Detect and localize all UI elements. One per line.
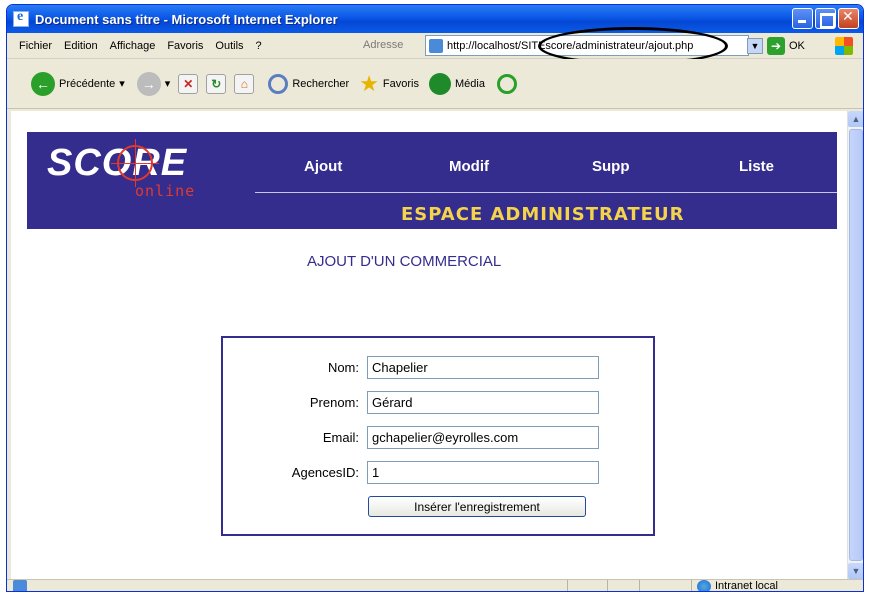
page-icon [429, 38, 443, 53]
site-header: SCORE online Ajout Modif Supp Liste ESPA… [27, 132, 837, 229]
back-label[interactable]: Précédente [59, 78, 115, 90]
window-title: Document sans titre - Microsoft Internet… [35, 11, 338, 27]
star-icon[interactable]: ★ [359, 71, 379, 97]
status-divider [639, 580, 640, 591]
ie-page-icon [13, 9, 29, 27]
agencesid-label: AgencesID: [291, 465, 359, 480]
zone-label: Intranet local [715, 580, 778, 592]
forward-arrow-icon[interactable]: → [136, 71, 161, 96]
crosshair-icon [111, 139, 159, 187]
chevron-down-icon[interactable]: ▼ [747, 38, 763, 54]
add-commercial-form: Nom: Prenom: Email: AgencesID: Insérer l… [221, 336, 655, 536]
forward-dropdown-icon[interactable]: ▾ [165, 77, 171, 90]
form-row-email: Email: [223, 426, 653, 450]
favorites-label[interactable]: Favoris [383, 78, 419, 90]
minimize-icon[interactable] [792, 8, 813, 29]
intranet-zone-icon [697, 580, 711, 591]
menu-affichage[interactable]: Affichage [110, 40, 156, 52]
menu-bar: Fichier Edition Affichage Favoris Outils… [7, 27, 863, 65]
address-bar[interactable]: http://localhost/SITEscore/administrateu… [425, 27, 749, 65]
back-dropdown-icon[interactable]: ▾ [119, 77, 125, 90]
nav-ajout[interactable]: Ajout [304, 158, 342, 175]
nav-divider [255, 192, 837, 193]
scroll-down-icon[interactable]: ▼ [848, 563, 863, 579]
form-heading: AJOUT D'UN COMMERCIAL [307, 253, 502, 270]
address-label: Adresse [363, 39, 404, 51]
email-input[interactable] [367, 426, 599, 449]
nav-liste[interactable]: Liste [739, 158, 774, 175]
agencesid-input[interactable] [367, 461, 599, 484]
ie-status-icon [13, 580, 27, 591]
status-divider [691, 580, 692, 591]
browser-window: Document sans titre - Microsoft Internet… [6, 4, 864, 592]
back-arrow-icon[interactable]: ← [31, 71, 55, 96]
close-icon[interactable] [838, 8, 859, 29]
status-divider [607, 580, 608, 591]
nom-input[interactable] [367, 356, 599, 379]
maximize-icon[interactable] [815, 8, 836, 29]
go-button[interactable]: ➔ OK [767, 37, 805, 55]
form-row-agencesid: AgencesID: [223, 461, 653, 485]
menu-help[interactable]: ? [256, 40, 262, 52]
section-title: ESPACE ADMINISTRATEUR [401, 204, 685, 225]
status-bar: Intranet local [7, 579, 863, 592]
page-viewport: SCORE online Ajout Modif Supp Liste ESPA… [11, 111, 847, 579]
score-logo[interactable]: SCORE online [47, 139, 194, 200]
windows-logo-icon [835, 37, 853, 55]
window-controls [792, 8, 859, 29]
stop-icon[interactable]: ✕ [178, 73, 199, 94]
menu-fichier[interactable]: Fichier [19, 40, 52, 52]
nav-supp[interactable]: Supp [592, 158, 630, 175]
menu-outils[interactable]: Outils [215, 40, 243, 52]
status-divider [567, 580, 568, 591]
vertical-scrollbar[interactable]: ▲ ▼ [847, 111, 863, 579]
logo-subtext: online [135, 182, 196, 200]
menu-edition[interactable]: Edition [64, 40, 98, 52]
home-icon[interactable]: ⌂ [234, 73, 255, 94]
scroll-thumb[interactable] [849, 129, 863, 561]
form-row-nom: Nom: [223, 356, 653, 380]
search-icon[interactable] [268, 73, 289, 94]
toolbar: ← Précédente ▾ → ▾ ✕ ↻ ⌂ Rechercher ★ Fa… [7, 59, 863, 109]
prenom-label: Prenom: [309, 395, 359, 410]
media-label[interactable]: Média [455, 78, 485, 90]
scroll-up-icon[interactable]: ▲ [848, 111, 863, 127]
go-arrow-icon: ➔ [767, 37, 785, 55]
nav-modif[interactable]: Modif [449, 158, 489, 175]
menu-favoris[interactable]: Favoris [167, 40, 203, 52]
media-icon[interactable] [428, 72, 451, 95]
title-bar[interactable]: Document sans titre - Microsoft Internet… [7, 5, 863, 33]
nom-label: Nom: [327, 360, 359, 375]
email-label: Email: [322, 430, 359, 445]
search-label[interactable]: Rechercher [292, 78, 349, 90]
history-icon[interactable] [496, 73, 517, 94]
refresh-icon[interactable]: ↻ [206, 73, 227, 94]
form-row-prenom: Prenom: [223, 391, 653, 415]
go-label: OK [789, 40, 805, 52]
prenom-input[interactable] [367, 391, 599, 414]
insert-record-button[interactable]: Insérer l'enregistrement [368, 496, 586, 517]
